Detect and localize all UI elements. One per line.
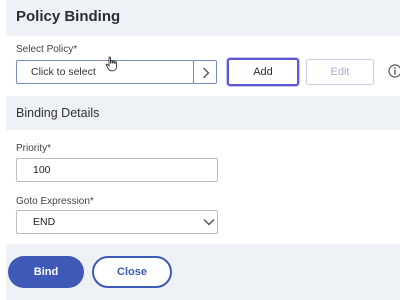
close-button[interactable]: Close	[92, 256, 172, 288]
select-policy-label: Select Policy*	[16, 44, 78, 55]
goto-expression-select[interactable]: END	[16, 210, 218, 234]
binding-details-header: Binding Details	[6, 96, 400, 130]
hand-cursor-icon	[105, 56, 117, 72]
footer: Bind Close	[6, 244, 400, 300]
select-policy-section: Select Policy* Click to select Add Edit	[6, 36, 400, 92]
chevron-right-icon	[203, 67, 210, 79]
info-icon[interactable]	[388, 64, 400, 78]
chevron-down-icon	[203, 219, 215, 226]
page-title: Policy Binding	[16, 8, 121, 25]
priority-label: Priority*	[16, 143, 52, 154]
panel-header: Policy Binding	[6, 0, 400, 36]
priority-input[interactable]: 100	[16, 158, 218, 182]
bind-button[interactable]: Bind	[8, 256, 84, 288]
goto-expression-label: Goto Expression*	[16, 196, 94, 207]
select-policy-arrow-button[interactable]	[193, 60, 217, 84]
add-button[interactable]: Add	[227, 58, 299, 86]
edit-button[interactable]: Edit	[306, 59, 374, 85]
goto-expression-value: END	[33, 216, 56, 228]
binding-details-title: Binding Details	[16, 106, 100, 120]
